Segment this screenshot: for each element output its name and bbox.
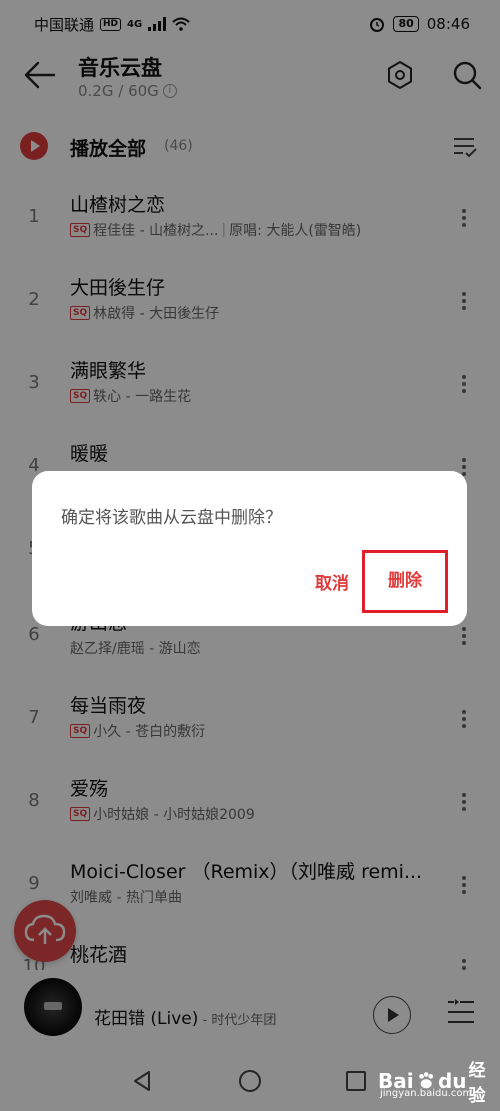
cancel-button[interactable]: 取消	[298, 569, 366, 599]
watermark-brand-cn: 经验	[468, 1061, 486, 1106]
watermark-url: jingyan.baidu.com	[380, 1088, 473, 1099]
delete-confirm-dialog: 确定将该歌曲从云盘中删除？ 取消 删除	[32, 471, 467, 626]
delete-button[interactable]: 删除	[362, 550, 448, 613]
dialog-message: 确定将该歌曲从云盘中删除？	[61, 508, 282, 528]
